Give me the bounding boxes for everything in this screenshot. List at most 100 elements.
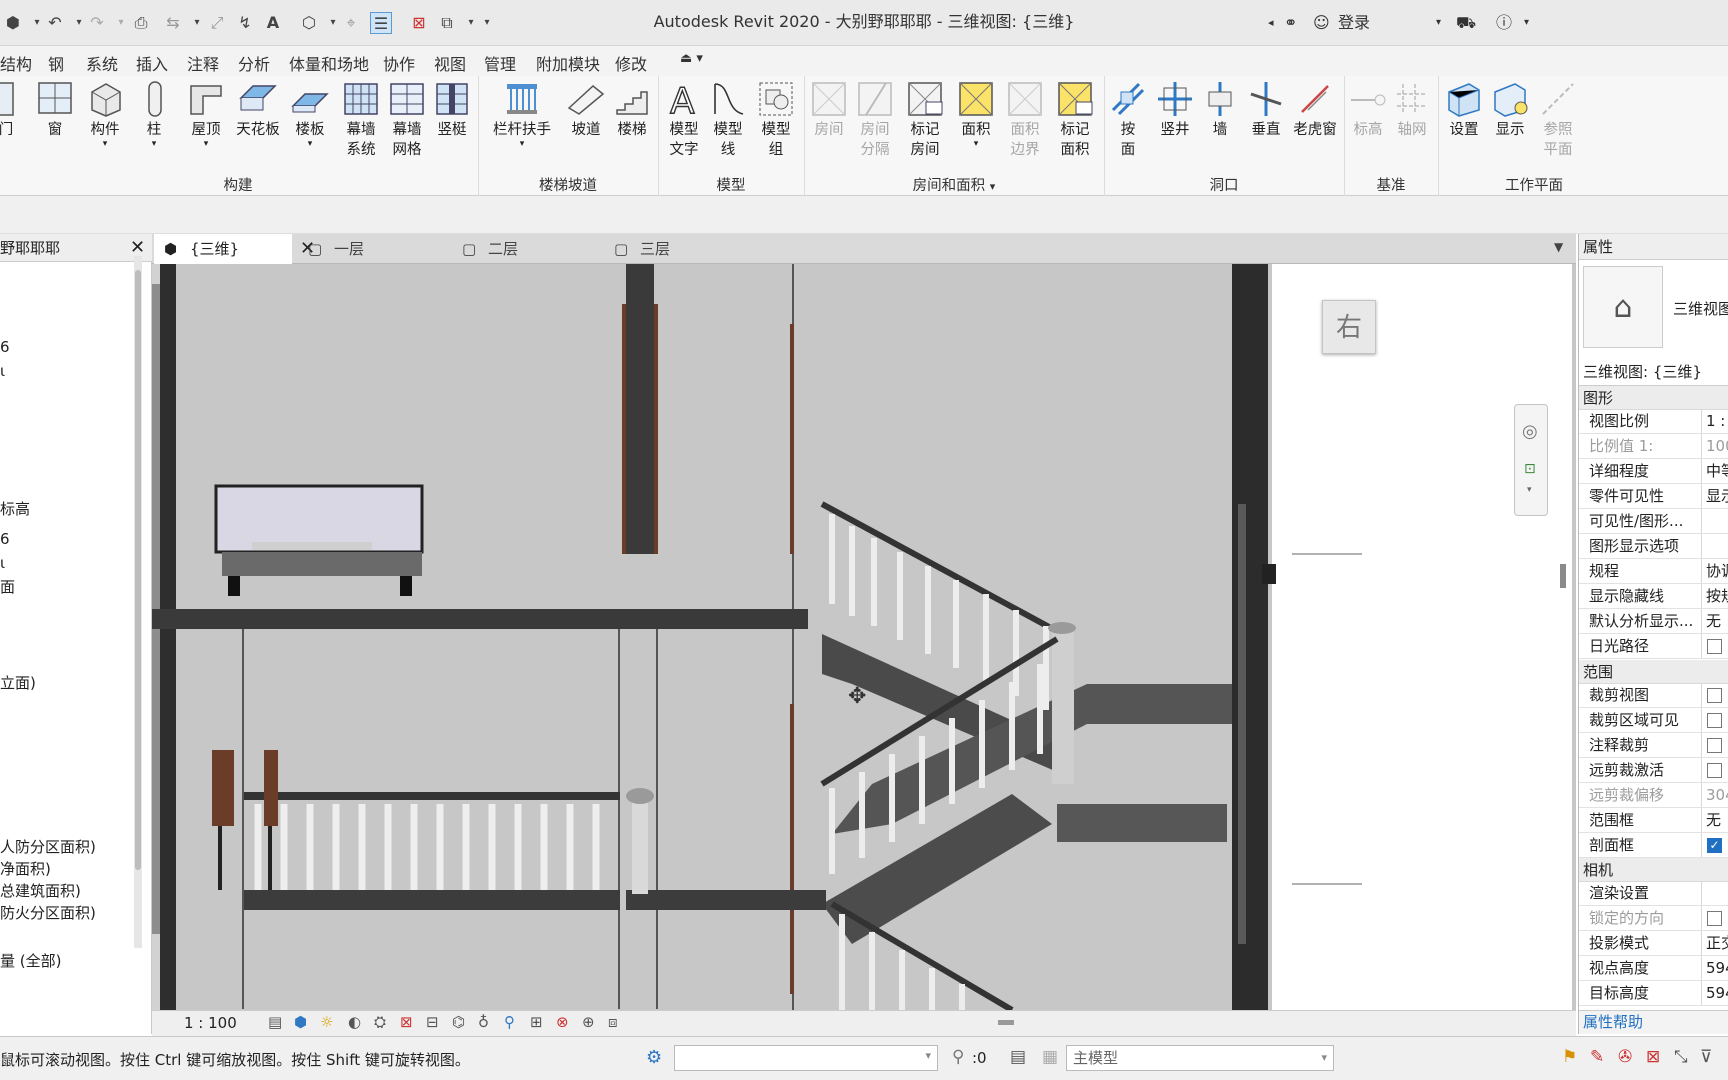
browser-scrollbar-thumb[interactable] [135,270,141,870]
property-row[interactable]: 默认分析显示... 无 [1579,609,1728,634]
tree-item[interactable]: 面 [0,576,15,597]
help-icon[interactable]: ⓘ [1496,12,1512,34]
thin-lines-icon[interactable]: ☰ [370,12,392,34]
model-line-button[interactable]: 模型 线 [706,80,750,160]
property-checkbox[interactable] [1707,713,1722,728]
tab-floor-1[interactable]: ▢ 一层 [298,234,448,264]
type-name[interactable]: 三维视图 [1673,298,1728,319]
zoom-icon[interactable]: ⊡ [1524,461,1536,477]
drag-elements-icon[interactable]: ⤡ [1674,1047,1688,1067]
property-checkbox[interactable] [1707,738,1722,753]
property-value[interactable]: 无 [1701,609,1728,633]
detail-level-icon[interactable]: ▤ [268,1013,282,1031]
highlight-displacement-icon[interactable]: ⧈ [608,1013,618,1031]
temp-hide-icon[interactable]: ♁ [478,1013,489,1031]
property-row[interactable]: 范围框 无 [1579,808,1728,833]
tree-item[interactable]: 6 [0,530,10,548]
property-row[interactable]: 注释裁剪 [1579,733,1728,758]
model-group-button[interactable]: 模型 组 [752,80,800,160]
sync-icon[interactable]: ⇆ [162,12,184,34]
window-button[interactable]: 窗 [34,80,76,140]
property-value[interactable]: 中等 [1701,459,1728,483]
ceiling-button[interactable]: 天花板 [234,80,282,140]
dimension-icon[interactable]: ↯ [234,12,256,34]
tree-item[interactable]: 防火分区面积) [0,902,96,923]
ref-plane-button[interactable]: 参照 平面 [1536,80,1580,160]
property-row[interactable]: 远剪裁偏移 304 [1579,783,1728,808]
filter-count-icon[interactable]: ⚲ [952,1047,964,1067]
property-value[interactable] [1701,534,1728,558]
area-button[interactable]: 面积 ▾ [952,80,1000,149]
property-value[interactable] [1701,881,1728,905]
redo-icon[interactable]: ↷ [86,12,108,34]
tag-room-button[interactable]: 标记 房间 [902,80,948,160]
tree-item[interactable]: 净面积) [0,858,51,879]
design-options-icon[interactable]: ⊗ [556,1013,569,1031]
3d-view-icon[interactable]: ⬡ [298,12,320,34]
stair-button[interactable]: 楼梯 [610,80,654,140]
select-pinned-icon[interactable]: ✇ [1618,1047,1632,1067]
tree-item[interactable]: 人防分区面积) [0,836,96,857]
tree-item[interactable]: 总建筑面积) [0,880,81,901]
help-dropdown-icon[interactable]: ▾ [1524,12,1529,34]
browser-scrollbar[interactable] [134,256,142,948]
property-checkbox[interactable]: ✓ [1707,838,1722,853]
property-value[interactable]: 无 [1701,808,1728,832]
steering-wheel-icon[interactable]: ◎ [1522,421,1538,442]
tab-insert[interactable]: 插入 [136,51,168,75]
switch-windows-icon[interactable]: ⧉ [436,12,458,34]
model-text-button[interactable]: A 模型 文字 [662,80,706,160]
sync-dropdown-icon[interactable]: ▾ [186,12,208,34]
property-row[interactable]: 显示隐藏线 按规 [1579,584,1728,609]
horizontal-scrollbar-thumb[interactable] [998,1020,1014,1025]
level-button[interactable]: 标高 [1348,80,1388,140]
tab-modify[interactable]: 修改 [615,51,647,75]
binoculars-icon[interactable]: ⚭ [1284,12,1297,34]
roof-button[interactable]: 屋顶 ▾ [184,80,228,149]
undo-icon[interactable]: ↶ [44,12,66,34]
worksharing-icon[interactable]: ⊞ [530,1013,543,1031]
section-icon[interactable]: ⌖ [340,12,362,34]
view-scale[interactable]: 1 : 100 [184,1014,237,1032]
tab-3d-view[interactable]: ⬢ {三维} ✕ [154,234,315,264]
set-workplane-button[interactable]: 设置 [1444,80,1484,140]
tab-massing-site[interactable]: 体量和场地 [289,51,369,75]
room-separator-button[interactable]: 房间 分隔 [852,80,898,160]
property-value[interactable]: 1 : [1701,409,1728,433]
tree-item[interactable]: ι [0,554,5,572]
cart-icon[interactable]: ⛟ [1456,12,1476,34]
tab-floor-3[interactable]: ▢ 三层 [604,234,754,264]
property-row[interactable]: 锁定的方向 [1579,906,1728,931]
property-row[interactable]: 可见性/图形... [1579,509,1728,534]
area-boundary-button[interactable]: 面积 边界 [1002,80,1048,160]
app-menu-icon[interactable]: ⬢ [2,12,24,34]
by-face-button[interactable]: 按 面 [1108,80,1148,160]
editing-requests-icon[interactable]: ▤ [1010,1047,1026,1067]
tree-item[interactable]: 量 (全部) [0,950,61,971]
property-row[interactable]: 视图比例 1 : [1579,409,1728,434]
tab-structure[interactable]: 结构 [0,51,32,75]
property-row[interactable]: 零件可见性 显示 [1579,484,1728,509]
customize-qat-icon[interactable]: ▾ [476,12,498,34]
tree-item[interactable]: 标高 [0,498,30,519]
property-value[interactable]: 594 [1701,956,1728,980]
crop-view-icon[interactable]: ⊠ [400,1013,413,1031]
viewcube-face[interactable]: 右 [1336,313,1362,343]
chevron-left-icon[interactable]: ◂ [1268,12,1274,34]
category-graphics[interactable]: 图形 [1579,386,1728,410]
reveal-hidden-icon[interactable]: ⚲ [504,1013,515,1031]
shaft-button[interactable]: 竖井 [1152,80,1198,140]
text-icon[interactable]: A [262,12,284,34]
shadows-icon[interactable]: ◐ [348,1013,361,1031]
worksets-icon[interactable]: ⚙ [646,1047,662,1068]
property-checkbox[interactable] [1707,911,1722,926]
user-icon[interactable]: ☺ [1313,12,1330,34]
filter-icon[interactable]: ⊽ [1700,1047,1712,1067]
tab-view[interactable]: 视图 [434,51,466,75]
property-row[interactable]: 目标高度 594 [1579,981,1728,1006]
property-row[interactable]: 规程 协调 [1579,559,1728,584]
workset-select[interactable]: ▾ [674,1045,938,1071]
curtain-system-button[interactable]: 幕墙 系统 [338,80,384,160]
door-button[interactable]: 门 [0,80,26,140]
property-checkbox[interactable] [1707,763,1722,778]
